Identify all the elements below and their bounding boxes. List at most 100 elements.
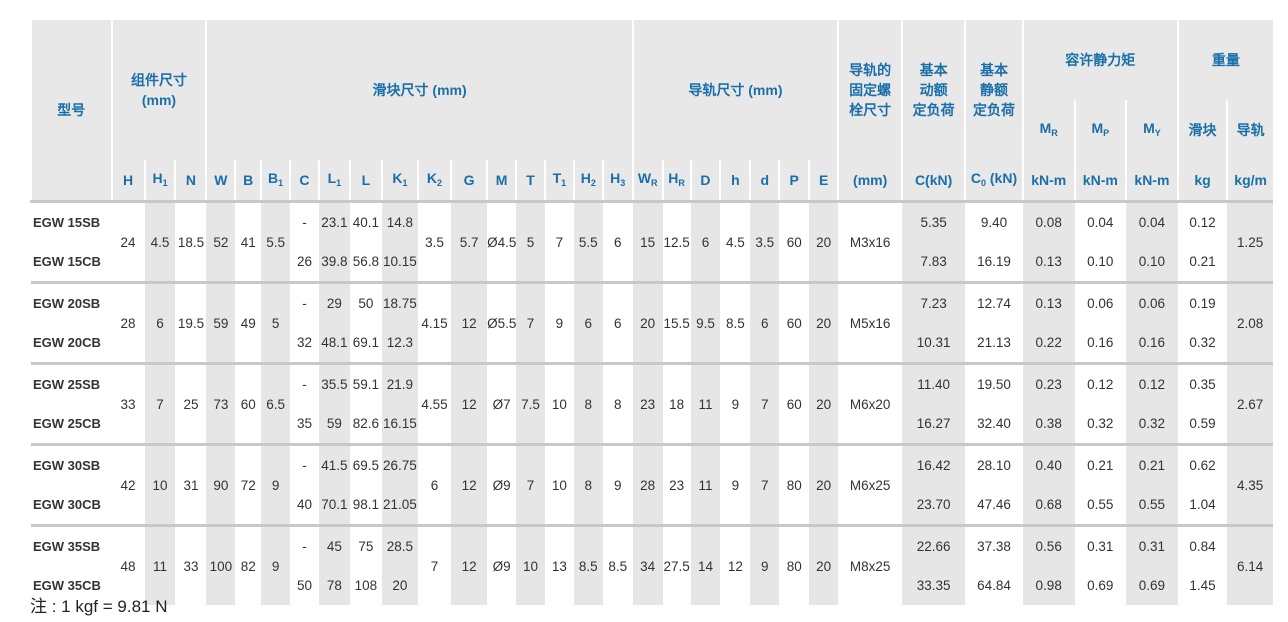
b-cell: 82 [235,524,262,605]
dynamic-load-cell: 5.35 [902,200,966,242]
h2-cell: 5.5 [573,200,603,283]
l1-cell: 78 [318,566,350,605]
c-cell: - [290,200,319,242]
m-cell: Ø5.5 [487,281,516,364]
c-cell: 35 [296,416,312,431]
k1-cell: 16.15 [381,404,418,445]
h1-cell: 6 [144,281,176,364]
mr-cell: 0.13 [1022,281,1075,323]
h2-cell: 6 [573,281,603,364]
block-weight-cell: 0.62 [1177,443,1228,485]
model-cell: EGW 35SB [31,524,112,566]
d-cell: 11 [690,443,721,526]
k1-cell: 28.5 [381,524,418,566]
header-moment-mr: MR [1021,100,1075,160]
footnote: 注 : 1 kgf = 9.81 N [30,597,168,616]
header-col-n: N [174,160,207,202]
dynamic-load-cell: 7.23 [902,281,966,323]
l-cell: 69.1 [352,335,379,350]
e-cell: 20 [809,362,839,445]
l-cell: 75 [349,524,382,566]
k1-cell: 14.8 [381,200,418,242]
header-model: 型号 [30,20,112,202]
header-moment-mp: MP [1073,100,1127,160]
my-cell: 0.16 [1126,323,1178,364]
bolt-cell: M6x20 [838,362,903,445]
model-cell: EGW 25CB [33,416,101,431]
h3-cell: 9 [602,443,633,526]
mr-cell: 0.13 [1022,242,1075,283]
h1-cell: 7 [144,362,176,445]
d-cell: 6 [690,200,721,283]
header-rail-weight-unit: kg/m [1226,160,1273,202]
n-cell: 31 [175,443,207,526]
header-col-e: E [808,160,839,202]
header-c-unit: C(kN) [901,160,966,202]
k1-cell: 21.05 [381,485,418,526]
g-cell: 5.7 [451,200,488,283]
n-cell: 33 [175,524,207,605]
h3-cell: 8 [602,362,633,445]
l1-cell: 59 [318,404,350,445]
header-col-k2: K2 [416,160,452,202]
h2-cell: 8 [573,443,603,526]
p-cell: 80 [779,443,810,526]
static-load-cell: 9.40 [965,200,1023,242]
d-cell: 9.5 [690,281,721,364]
m-cell: Ø9 [487,524,517,605]
header-block-dims: 滑块尺寸 (mm) [205,20,633,160]
header-col-t1: T1 [543,160,574,202]
b1-cell: 9 [261,443,291,526]
p-cell: 60 [779,362,810,445]
b-cell: 41 [235,200,262,283]
l-cell: 56.8 [352,254,379,269]
l1-cell: 23.1 [318,200,350,242]
g-cell: 12 [451,524,488,605]
b1-cell: 5 [261,281,291,364]
t1-cell: 10 [544,362,574,445]
e-cell: 20 [809,200,839,283]
static-load-cell: 12.74 [965,281,1023,323]
c-cell: 32 [296,335,312,350]
h-rail-cell: 9 [720,443,751,526]
d-rail-cell: 7 [750,362,780,445]
h1-cell: 10 [144,443,176,526]
header-rail-bolt: 导轨的 固定螺 栓尺寸 [837,20,903,160]
mr-cell: 0.22 [1022,323,1075,364]
h3-cell: 6 [602,281,633,364]
dynamic-load-cell: 7.83 [902,242,966,283]
header-col-h1: H1 [143,160,176,202]
my-cell: 0.69 [1126,566,1178,605]
d-rail-cell: 9 [750,524,780,605]
p-cell: 80 [779,524,810,605]
model-cell: EGW 30CB [33,497,101,512]
dynamic-load-cell: 16.42 [902,443,966,485]
mp-cell: 0.21 [1074,443,1127,485]
m-cell: Ø7 [487,362,517,445]
table-row: EGW 15SB 24 4.5 18.5 52 41 5.5-23.1 40.1 14.8 3.5… [31,200,1273,283]
header-dynamic-load: 基本 动额 定负荷 [901,20,966,160]
n-cell: 19.5 [175,281,207,364]
block-weight-cell: 1.04 [1189,497,1216,512]
h-rail-cell: 12 [720,524,751,605]
header-static-moment: 容许静力矩 [1021,20,1178,100]
k2-cell: 4.15 [417,281,452,364]
header-col-l1: L1 [317,160,350,202]
t-cell: 10 [516,524,545,605]
c-cell: - [290,281,319,323]
l-cell: 108 [354,578,378,593]
e-cell: 20 [809,524,839,605]
mp-cell: 0.16 [1087,335,1114,350]
model-cell: EGW 15SB [31,200,112,242]
l-cell: 50 [349,281,382,323]
static-load-cell: 21.13 [977,335,1011,350]
g-cell: 12 [451,443,488,526]
static-load-cell: 19.50 [965,362,1023,404]
l1-cell: 29 [318,281,350,323]
header-mp-unit: kN-m [1073,160,1127,202]
header-mr-unit: kN-m [1021,160,1075,202]
t1-cell: 10 [544,443,574,526]
w-cell: 100 [206,524,236,605]
l1-cell: 39.8 [318,242,350,283]
t-cell: 7 [516,443,545,526]
